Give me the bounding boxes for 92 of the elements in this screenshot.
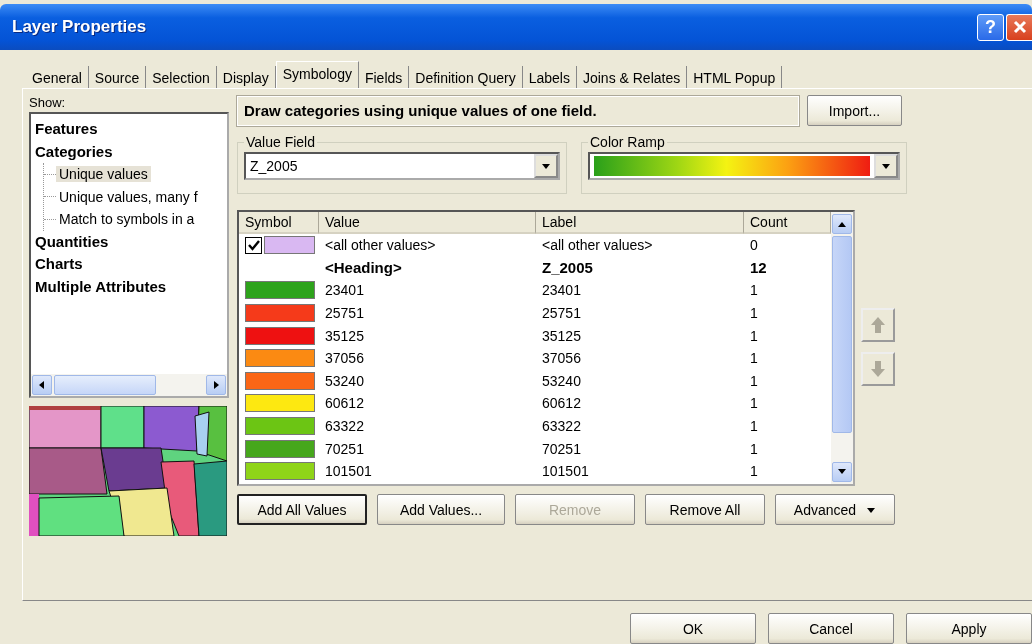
table-cell-text: 101501	[541, 463, 590, 480]
move-down-button[interactable]	[861, 352, 895, 386]
table-cell-text: 1	[749, 418, 759, 435]
dropdown-button[interactable]	[534, 154, 558, 178]
action-button[interactable]: Advanced	[775, 494, 895, 525]
tree-item[interactable]: Charts	[35, 253, 223, 276]
group-label: Value Field	[245, 134, 316, 150]
close-icon	[1012, 20, 1027, 34]
symbol-swatch[interactable]	[245, 349, 315, 368]
symbol-swatch[interactable]	[245, 462, 315, 481]
table-cell-text: 23401	[541, 282, 582, 299]
column-header[interactable]: Symbol	[239, 212, 319, 234]
table-cell-text: 63322	[541, 418, 582, 435]
dropdown-button[interactable]	[874, 154, 898, 178]
up-arrow-icon	[870, 316, 886, 334]
scroll-down-button[interactable]	[832, 462, 852, 482]
close-button[interactable]	[1006, 13, 1032, 41]
column-header[interactable]: Label	[536, 212, 744, 234]
table-cell-text: 60612	[324, 395, 365, 412]
up-arrow-icon	[837, 220, 847, 228]
symbol-swatch[interactable]	[245, 417, 315, 436]
scroll-up-button[interactable]	[832, 214, 852, 234]
table-cell-text: <Heading>	[324, 259, 403, 277]
table-cell-text: 101501	[324, 463, 373, 480]
table-cell-text: 37056	[541, 350, 582, 367]
table-cell-text: 12	[749, 259, 768, 277]
tree-item[interactable]: Quantities	[35, 230, 223, 253]
symbol-swatch[interactable]	[245, 394, 315, 413]
table-cell-text: 1	[749, 440, 759, 457]
table-cell-text: 1	[749, 372, 759, 389]
table-cell-text: 1	[749, 282, 759, 299]
table-cell-text: 1	[749, 463, 759, 480]
description-text: Draw categories using unique values of one field.	[237, 95, 799, 126]
caret-icon	[541, 162, 551, 170]
group-label: Color Ramp	[589, 134, 666, 150]
table-cell-text: 25751	[324, 305, 365, 322]
table-cell-text: 0	[749, 237, 759, 254]
tree-item[interactable]: Unique values	[56, 166, 151, 183]
scroll-right-button[interactable]	[206, 375, 226, 395]
show-label: Show:	[29, 95, 67, 110]
table-cell-text: <all other values>	[541, 237, 654, 254]
dialog-button[interactable]: Apply	[906, 613, 1032, 644]
table-cell-text: 53240	[541, 372, 582, 389]
symbol-swatch[interactable]	[245, 439, 315, 458]
tree-item[interactable]: Match to symbols in a	[56, 211, 198, 228]
symbol-swatch[interactable]	[245, 326, 315, 345]
tree-item[interactable]: Categories	[35, 140, 223, 163]
symbol-swatch[interactable]	[264, 236, 315, 255]
action-button[interactable]: Remove All	[645, 494, 765, 525]
tree-item[interactable]: Unique values, many f	[56, 188, 201, 205]
column-header[interactable]: Count	[744, 212, 831, 234]
table-cell-text: 60612	[541, 395, 582, 412]
down-arrow-icon	[870, 360, 886, 378]
value-field-dropdown[interactable]: Z_2005	[244, 152, 560, 180]
import-button[interactable]: Import...	[807, 95, 902, 126]
tree-item[interactable]: Multiple Attributes	[35, 275, 223, 298]
table-cell-text: 1	[749, 305, 759, 322]
table-cell-text: 23401	[324, 282, 365, 299]
right-arrow-icon	[211, 381, 221, 389]
table-cell-text: <all other values>	[324, 237, 437, 254]
move-up-button[interactable]	[861, 308, 895, 342]
tree-item[interactable]: Features	[35, 118, 223, 141]
caret-icon	[881, 162, 891, 170]
table-cell-text: 63322	[324, 418, 365, 435]
action-button[interactable]: Add Values...	[377, 494, 505, 525]
scroll-left-button[interactable]	[32, 375, 52, 395]
table-cell-text: 1	[749, 327, 759, 344]
symbol-swatch[interactable]	[245, 304, 315, 323]
table-cell-text: 53240	[324, 372, 365, 389]
symbol-swatch[interactable]	[245, 281, 315, 300]
down-arrow-icon	[837, 468, 847, 476]
dialog-button[interactable]: OK	[630, 613, 756, 644]
table-cell-text: 37056	[324, 350, 365, 367]
left-arrow-icon	[37, 381, 47, 389]
checkbox[interactable]	[245, 236, 262, 254]
table-cell-text: 35125	[541, 327, 582, 344]
symbol-swatch[interactable]	[245, 371, 315, 390]
action-button[interactable]: Add All Values	[237, 494, 367, 525]
color-ramp-dropdown[interactable]	[588, 152, 900, 180]
table-cell-text: 35125	[324, 327, 365, 344]
column-header[interactable]: Value	[319, 212, 536, 234]
tab[interactable]: Symbology	[275, 61, 359, 88]
table-cell-text: 1	[749, 350, 759, 367]
table-cell-text: Z_2005	[541, 259, 594, 277]
window-title: Layer Properties	[12, 17, 148, 37]
dialog-button[interactable]: Cancel	[768, 613, 894, 644]
table-cell-text: 1	[749, 395, 759, 412]
table-cell-text: 25751	[541, 305, 582, 322]
table-cell-text: 70251	[324, 440, 365, 457]
table-cell-text: 70251	[541, 440, 582, 457]
scroll-thumb[interactable]	[54, 375, 156, 395]
scroll-thumb[interactable]	[832, 236, 852, 433]
